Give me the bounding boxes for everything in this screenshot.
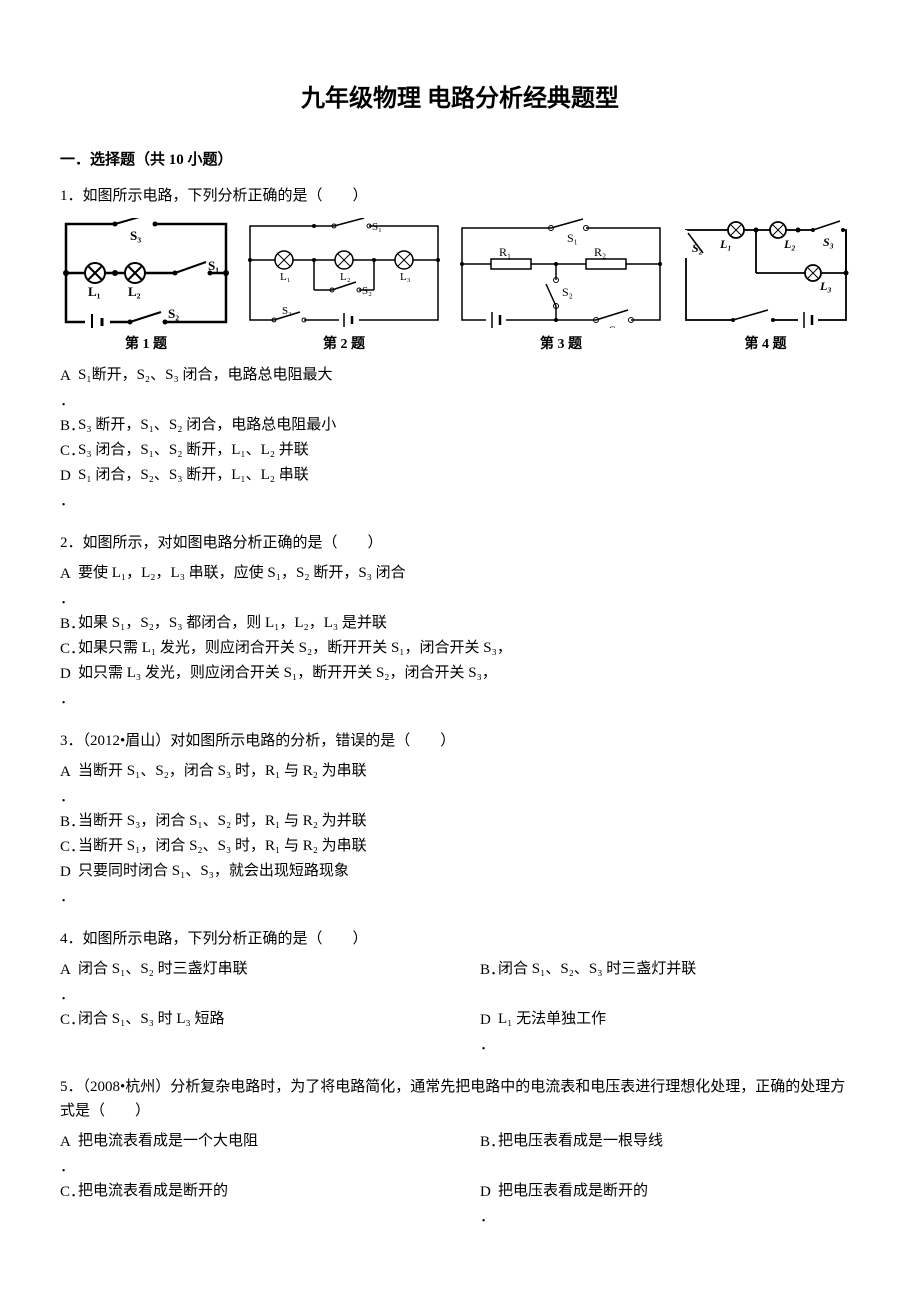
svg-text:S₃: S₃ [609, 323, 620, 328]
svg-text:L₃: L₃ [819, 279, 832, 293]
svg-text:S₁: S₁ [372, 221, 382, 233]
option-key: B． [480, 1129, 498, 1154]
q5-options: A把电流表看成是一个大电阻 B．把电压表看成是一根导线 ． C．把电流表看成是断… [60, 1129, 860, 1229]
svg-text:S₁: S₁ [567, 231, 578, 245]
svg-text:S₃: S₃ [130, 228, 141, 243]
svg-text:S₂: S₂ [692, 241, 703, 255]
option-key: C． [60, 834, 78, 859]
option-text: 当断开 S₁，闭合 S₂、S₃ 时，R₁ 与 R₂ 为串联 [78, 834, 860, 859]
option-key: D [480, 1007, 498, 1032]
option-text: 如只需 L₃ 发光，则应闭合开关 S₁，断开开关 S₂，闭合开关 S₃， [78, 661, 860, 686]
option-dot: ． [480, 1032, 498, 1057]
option-text: L₁ 无法单独工作 [498, 1007, 860, 1032]
option-text: 把电压表看成是一根导线 [498, 1129, 860, 1154]
option-dot: ． [60, 784, 78, 809]
svg-text:S₃: S₃ [823, 235, 834, 249]
svg-text:L₁: L₁ [280, 271, 291, 283]
svg-text:S₂: S₂ [168, 306, 179, 321]
svg-text:L₂: L₂ [128, 284, 141, 299]
option-text: 闭合 S₁、S₂ 时三盏灯串联 [78, 957, 440, 982]
svg-text:S₁: S₁ [208, 258, 219, 273]
option-dot: ． [60, 488, 78, 513]
option-key: C． [60, 1007, 78, 1032]
option-key: A [60, 363, 78, 388]
option-key: B． [60, 809, 78, 834]
option-text: 把电流表看成是断开的 [78, 1179, 440, 1204]
option-key: B． [480, 957, 498, 982]
option-text: S₁断开，S₂、S₃ 闭合，电路总电阻最大 [78, 363, 860, 388]
option-text: 要使 L₁，L₂，L₃ 串联，应使 S₁，S₂ 断开，S₃ 闭合 [78, 561, 860, 586]
svg-text:S₂: S₂ [362, 285, 372, 297]
svg-text:R₂: R₂ [594, 245, 606, 259]
figure-4: S₂ L₁ L₂ S₃ L₃ [678, 218, 853, 356]
option-key: D [60, 661, 78, 686]
option-text: S₃ 闭合，S₁、S₂ 断开，L₁、L₂ 并联 [78, 438, 860, 463]
section-header: 一．选择题（共 10 小题） [60, 148, 860, 172]
option-key: C． [60, 438, 78, 463]
option-text: 把电压表看成是断开的 [498, 1179, 860, 1204]
option-key: D [60, 463, 78, 488]
option-key: B． [60, 413, 78, 438]
option-text: 当断开 S₃，闭合 S₁、S₂ 时，R₁ 与 R₂ 为并联 [78, 809, 860, 834]
figure-2-label: 第 2 题 [323, 334, 365, 356]
svg-text:L₂: L₂ [783, 237, 796, 251]
circuit-diagram-1: S₃ L₁ L₂ S₁ S₂ [60, 218, 232, 328]
q1-options: AS₁断开，S₂、S₃ 闭合，电路总电阻最大 ． B．S₃ 断开，S₁、S₂ 闭… [60, 363, 860, 513]
q3-options: A当断开 S₁、S₂，闭合 S₃ 时，R₁ 与 R₂ 为串联 ． B．当断开 S… [60, 759, 860, 909]
q2-options: A要使 L₁，L₂，L₃ 串联，应使 S₁，S₂ 断开，S₃ 闭合 ． B．如果… [60, 561, 860, 711]
option-dot: ． [60, 884, 78, 909]
option-text: 闭合 S₁、S₃ 时 L₃ 短路 [78, 1007, 440, 1032]
q3-stem: 3．（2012•眉山）对如图所示电路的分析，错误的是（ ） [60, 729, 860, 753]
option-text: 闭合 S₁、S₂、S₃ 时三盏灯并联 [498, 957, 860, 982]
option-text: S₁ 闭合，S₂、S₃ 断开，L₁、L₂ 串联 [78, 463, 860, 488]
figure-3-label: 第 3 题 [540, 334, 582, 356]
figure-1-label: 第 1 题 [125, 334, 167, 356]
svg-text:L₃: L₃ [400, 271, 411, 283]
option-key: C． [60, 1179, 78, 1204]
figure-4-label: 第 4 题 [745, 334, 787, 356]
q4-options: A闭合 S₁、S₂ 时三盏灯串联 B．闭合 S₁、S₂、S₃ 时三盏灯并联 ． … [60, 957, 860, 1057]
option-text: S₃ 断开，S₁、S₂ 闭合，电路总电阻最小 [78, 413, 860, 438]
svg-text:S₃: S₃ [282, 305, 292, 317]
q2-stem: 2．如图所示，对如图电路分析正确的是（ ） [60, 531, 860, 555]
option-text: 只要同时闭合 S₁、S₃，就会出现短路现象 [78, 859, 860, 884]
q4-stem: 4．如图所示电路，下列分析正确的是（ ） [60, 927, 860, 951]
option-key: D [60, 859, 78, 884]
option-key: A [60, 1129, 78, 1154]
option-key: D [480, 1179, 498, 1204]
option-dot: ． [60, 586, 78, 611]
option-key: C． [60, 636, 78, 661]
svg-text:L₁: L₁ [719, 237, 732, 251]
option-key: A [60, 957, 78, 982]
option-text: 如果只需 L₁ 发光，则应闭合开关 S₂，断开开关 S₁，闭合开关 S₃， [78, 636, 860, 661]
option-text: 把电流表看成是一个大电阻 [78, 1129, 440, 1154]
figure-2: S₁ L₁ L₂ L₃ S₂ [244, 218, 444, 356]
svg-text:L₂: L₂ [340, 271, 351, 283]
figure-1: S₃ L₁ L₂ S₁ S₂ [60, 218, 232, 356]
option-text: 如果 S₁，S₂，S₃ 都闭合，则 L₁，L₂，L₃ 是并联 [78, 611, 860, 636]
figures-row: S₃ L₁ L₂ S₁ S₂ [60, 218, 860, 356]
option-key: A [60, 759, 78, 784]
circuit-diagram-4: S₂ L₁ L₂ S₃ L₃ [678, 218, 853, 328]
svg-text:L₁: L₁ [88, 284, 101, 299]
option-dot: ． [60, 686, 78, 711]
option-text: 当断开 S₁、S₂，闭合 S₃ 时，R₁ 与 R₂ 为串联 [78, 759, 860, 784]
circuit-diagram-2: S₁ L₁ L₂ L₃ S₂ [244, 218, 444, 328]
option-dot: ． [60, 982, 78, 1007]
svg-text:R₁: R₁ [499, 245, 511, 259]
option-dot: ． [60, 1154, 78, 1179]
option-key: B． [60, 611, 78, 636]
page-title: 九年级物理 电路分析经典题型 [60, 80, 860, 118]
circuit-diagram-3: S₁ R₁ R₂ S₂ S₃ [456, 218, 666, 328]
q1-stem: 1．如图所示电路，下列分析正确的是（ ） [60, 184, 860, 208]
q5-stem: 5．（2008•杭州）分析复杂电路时，为了将电路简化，通常先把电路中的电流表和电… [60, 1075, 860, 1123]
option-key: A [60, 561, 78, 586]
option-dot: ． [480, 1204, 498, 1229]
option-dot: ． [60, 388, 78, 413]
svg-text:S₂: S₂ [562, 285, 573, 299]
svg-text:S₁: S₁ [744, 325, 755, 328]
figure-3: S₁ R₁ R₂ S₂ S₃ 第 3 题 [456, 218, 666, 356]
